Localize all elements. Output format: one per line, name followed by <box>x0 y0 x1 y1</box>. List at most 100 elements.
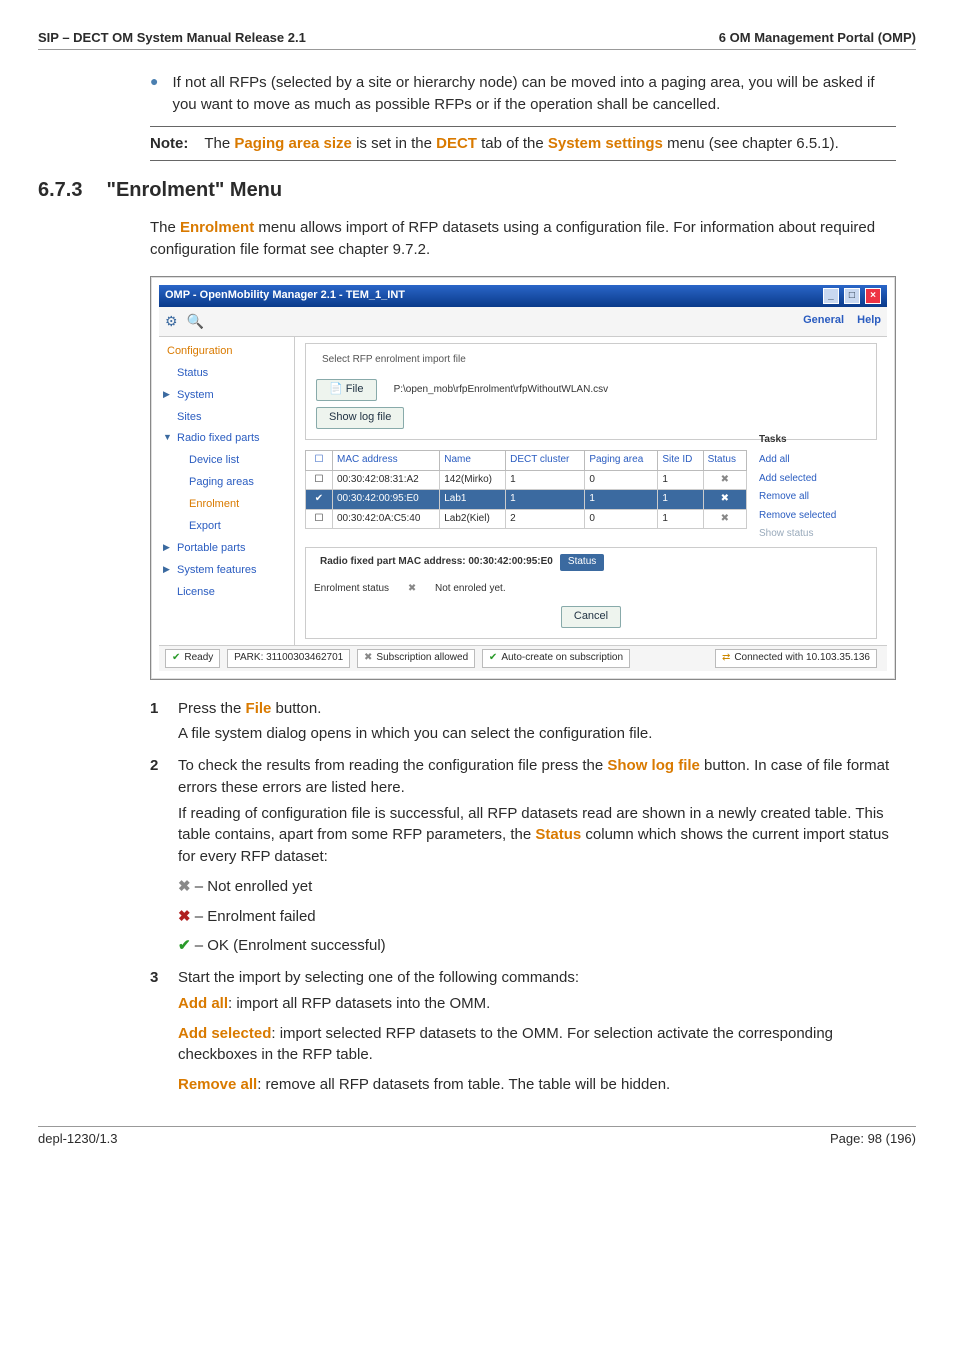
section-title: "Enrolment" Menu <box>106 179 282 202</box>
status-subscription: ✖Subscription allowed <box>357 649 475 668</box>
step-1: 1 Press the File button. <box>150 698 896 720</box>
sidebar-device-list[interactable]: Device list <box>159 450 294 472</box>
import-file-box: Select RFP enrolment import file 📄 File … <box>305 343 877 440</box>
file-button[interactable]: 📄 File <box>316 379 377 401</box>
import-file-legend: Select RFP enrolment import file <box>318 353 470 368</box>
sidebar-license[interactable]: License <box>159 582 294 604</box>
step-2: 2 To check the results from reading the … <box>150 755 896 799</box>
detail-box: Radio fixed part MAC address: 00:30:42:0… <box>305 547 877 639</box>
sidebar-paging-areas[interactable]: Paging areas <box>159 472 294 494</box>
col-name[interactable]: Name <box>440 451 506 471</box>
task-remove-all[interactable]: Remove all <box>759 490 877 505</box>
cmd-remove-all: Remove all: remove all RFP datasets from… <box>178 1074 896 1096</box>
col-site[interactable]: Site ID <box>658 451 703 471</box>
network-icon: ⇄ <box>722 651 730 666</box>
sidebar: Configuration Status ▶System Sites ▼Radi… <box>159 337 295 645</box>
sidebar-portable-parts[interactable]: ▶Portable parts <box>159 538 294 560</box>
bullet-text: If not all RFPs (selected by a site or h… <box>172 72 896 116</box>
sidebar-system[interactable]: ▶System <box>159 385 294 407</box>
general-link[interactable]: General <box>803 314 844 326</box>
status-x-icon: ✖ <box>703 490 746 510</box>
minimize-icon[interactable]: _ <box>823 288 839 304</box>
chevron-right-icon: ▶ <box>163 388 170 401</box>
note-box: Note: The Paging area size is set in the… <box>150 126 896 162</box>
cmd-add-selected: Add selected: import selected RFP datase… <box>178 1023 896 1067</box>
table-row[interactable]: ☐ 00:30:42:0A:C5:40 Lab2(Kiel) 2 0 1 ✖ <box>306 509 747 529</box>
legend-enrolment-ok: ✔ – OK (Enrolment successful) <box>178 935 896 957</box>
col-dect[interactable]: DECT cluster <box>506 451 585 471</box>
enrolment-status-label: Enrolment status <box>314 583 389 594</box>
table-row[interactable]: ☐ 00:30:42:08:31:A2 142(Mirko) 1 0 1 ✖ <box>306 470 747 490</box>
status-connection: ⇄Connected with 10.103.35.136 <box>715 649 877 668</box>
sidebar-system-features[interactable]: ▶System features <box>159 560 294 582</box>
kw-paging-area-size: Paging area size <box>234 135 352 152</box>
window-title: OMP - OpenMobility Manager 2.1 - TEM_1_I… <box>165 288 405 304</box>
header-left: SIP – DECT OM System Manual Release 2.1 <box>38 30 306 45</box>
tasks-title: Tasks <box>759 433 877 448</box>
col-pa[interactable]: Paging area <box>585 451 658 471</box>
close-icon[interactable]: × <box>865 288 881 304</box>
chevron-down-icon: ▼ <box>163 431 172 444</box>
x-gray-icon: ✖ <box>178 878 191 895</box>
kw-show-log-file: Show log file <box>607 757 700 774</box>
toolbar: ⚙ 🔍 General Help <box>159 307 887 337</box>
col-mac[interactable]: MAC address <box>333 451 440 471</box>
search-icon[interactable]: 🔍 <box>187 313 204 329</box>
page-header: SIP – DECT OM System Manual Release 2.1 … <box>38 30 916 50</box>
row-checkbox[interactable]: ☐ <box>306 470 333 490</box>
col-checkbox[interactable]: ☐ <box>306 451 333 471</box>
status-x-icon: ✖ <box>408 583 416 594</box>
task-remove-selected[interactable]: Remove selected <box>759 509 877 524</box>
status-bar: ✔Ready PARK: 31100303462701 ✖Subscriptio… <box>159 645 887 671</box>
step-number: 1 <box>150 698 166 720</box>
header-right: 6 OM Management Portal (OMP) <box>719 30 916 45</box>
sidebar-sites[interactable]: Sites <box>159 407 294 429</box>
row-checkbox[interactable]: ✔ <box>306 490 333 510</box>
kw-add-all: Add all <box>178 995 228 1012</box>
sidebar-status[interactable]: Status <box>159 363 294 385</box>
legend-not-enrolled: ✖ – Not enrolled yet <box>178 876 896 898</box>
kw-status: Status <box>535 826 581 843</box>
window-buttons: _ □ × <box>821 288 881 304</box>
kw-file: File <box>246 700 272 717</box>
x-icon: ✖ <box>364 651 372 666</box>
maximize-icon[interactable]: □ <box>844 288 860 304</box>
task-add-all[interactable]: Add all <box>759 453 877 468</box>
status-ready: ✔Ready <box>165 649 220 668</box>
kw-enrolment: Enrolment <box>180 219 254 236</box>
footer-right: Page: 98 (196) <box>830 1131 916 1146</box>
sidebar-configuration[interactable]: Configuration <box>159 341 294 363</box>
task-add-selected[interactable]: Add selected <box>759 472 877 487</box>
legend-enrolment-failed: ✖ – Enrolment failed <box>178 906 896 928</box>
check-icon: ✔ <box>489 651 497 666</box>
cmd-add-all: Add all: import all RFP datasets into th… <box>178 993 896 1015</box>
chevron-right-icon: ▶ <box>163 541 170 554</box>
table-row[interactable]: ✔ 00:30:42:00:95:E0 Lab1 1 1 1 ✖ <box>306 490 747 510</box>
chevron-right-icon: ▶ <box>163 563 170 576</box>
step-number: 3 <box>150 967 166 989</box>
footer-left: depl-1230/1.3 <box>38 1131 118 1146</box>
check-icon: ✔ <box>172 651 180 666</box>
kw-system-settings: System settings <box>548 135 663 152</box>
kw-add-selected: Add selected <box>178 1025 271 1042</box>
sidebar-export[interactable]: Export <box>159 516 294 538</box>
detail-legend: Radio fixed part MAC address: 00:30:42:0… <box>316 555 557 570</box>
status-x-icon: ✖ <box>703 509 746 529</box>
status-tab[interactable]: Status <box>560 554 604 571</box>
intro-paragraph: The Enrolment menu allows import of RFP … <box>150 217 896 261</box>
sidebar-enrolment[interactable]: Enrolment <box>159 494 294 516</box>
step-1-sub: A file system dialog opens in which you … <box>178 723 896 745</box>
main-panel: Select RFP enrolment import file 📄 File … <box>295 337 887 645</box>
task-show-status[interactable]: Show status <box>759 527 877 542</box>
col-status[interactable]: Status <box>703 451 746 471</box>
enrolment-status-value: Not enroled yet. <box>435 583 506 594</box>
row-checkbox[interactable]: ☐ <box>306 509 333 529</box>
sidebar-radio-fixed-parts[interactable]: ▼Radio fixed parts <box>159 428 294 450</box>
status-x-icon: ✖ <box>703 470 746 490</box>
gear-icon[interactable]: ⚙ <box>165 313 178 329</box>
step-3: 3 Start the import by selecting one of t… <box>150 967 896 989</box>
show-log-file-button[interactable]: Show log file <box>316 407 404 429</box>
window-titlebar: OMP - OpenMobility Manager 2.1 - TEM_1_I… <box>159 285 887 307</box>
cancel-button[interactable]: Cancel <box>561 606 621 628</box>
help-link[interactable]: Help <box>857 314 881 326</box>
